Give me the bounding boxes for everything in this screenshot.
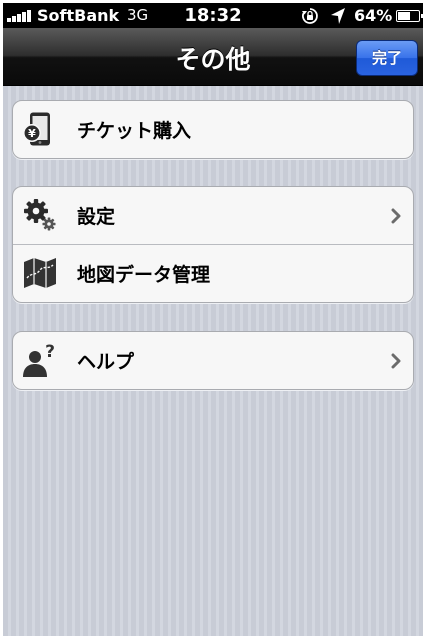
status-bar: SoftBank 3G 18:32 64%	[3, 3, 423, 28]
svg-text:?: ?	[45, 343, 55, 362]
chevron-right-icon	[391, 353, 401, 369]
rotation-lock-icon	[302, 8, 318, 24]
battery-level-fill	[398, 12, 410, 20]
svg-text:¥: ¥	[28, 127, 36, 140]
menu-item-label: ヘルプ	[77, 351, 135, 373]
menu-group-settings: 設定 地図データ管理	[12, 186, 414, 303]
screen: SoftBank 3G 18:32 64% その他 完了 ¥ チケット購入 設定…	[3, 3, 423, 636]
menu-item-label: チケット購入	[77, 120, 192, 142]
location-arrow-icon	[331, 8, 345, 24]
battery-percent: 64%	[354, 6, 393, 25]
battery-icon	[396, 10, 423, 22]
navigation-bar: その他 完了	[3, 28, 423, 86]
menu-group-help: ? ヘルプ	[12, 331, 414, 390]
chevron-right-icon	[391, 208, 401, 224]
menu-item-ticket-purchase[interactable]: ¥ チケット購入	[13, 101, 413, 158]
person-question-icon: ?	[23, 343, 55, 377]
menu-group-ticket: ¥ チケット購入	[12, 100, 414, 159]
done-button[interactable]: 完了	[356, 40, 418, 76]
menu-item-help[interactable]: ? ヘルプ	[13, 332, 413, 389]
gears-icon	[24, 199, 56, 231]
menu-item-label: 設定	[77, 206, 116, 228]
phone-yen-icon: ¥	[23, 112, 50, 146]
menu-item-map-data[interactable]: 地図データ管理	[13, 244, 413, 301]
menu-item-label: 地図データ管理	[77, 264, 211, 286]
menu-item-settings[interactable]: 設定	[13, 187, 413, 244]
map-icon	[24, 258, 56, 288]
